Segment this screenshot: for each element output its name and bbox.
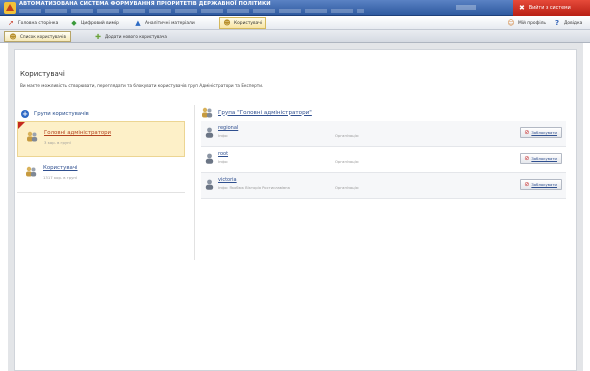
user-group-icon [27,131,38,142]
nav-item-home[interactable]: ➚ Головна сторінка [4,17,61,29]
profile-label: Мій профіль [518,20,546,26]
arrow-icon: ➚ [8,19,14,27]
user-icon [205,127,214,138]
groups-header-label: Групи користувачів [34,111,89,117]
main-nav: ➚ Головна сторінка ◆ Цифровий вимір ▲ Ан… [0,16,590,30]
tab-label: Додати нового користувача [105,34,167,39]
nav-item-label: Аналітичні матеріали [145,20,195,26]
content-panel: Користувачі Ви маєте можливість створюва… [14,49,577,371]
user-info: Інфо: [218,160,229,164]
block-user-button[interactable]: ⊘ Заблокувати [520,127,562,138]
user-organization: Організація: [335,160,360,164]
nav-item-profile[interactable]: ☺ Мій профіль [504,17,549,29]
exit-label: Вийти з системи [528,5,571,11]
app-title: АВТОМАТИЗОВАНА СИСТЕМА ФОРМУВАННЯ ПРІОРИ… [19,1,271,7]
table-row: victoria Інфо: Якобюк Вікторія Ростислав… [201,173,566,199]
user-login-link[interactable]: victoria [218,177,237,183]
top-menu-strip [19,9,364,13]
group-name[interactable]: Головні адміністратори [44,130,111,136]
block-user-button[interactable]: ⊘ Заблокувати [520,179,562,190]
group-item-users[interactable]: Користувачі 1317 кор. в групі [17,157,185,193]
main-frame: Користувачі Ви маєте можливість створюва… [8,43,583,371]
sub-tabs: ☻ Список користувачів ✚ Додати нового ко… [0,30,590,43]
page-description: Ви маєте можливість створювати, перегляд… [20,83,264,88]
top-banner: АВТОМАТИЗОВАНА СИСТЕМА ФОРМУВАННЯ ПРІОРИ… [0,0,590,16]
group-count: 1317 кор. в групі [43,175,77,180]
table-row: root Інфо: Організація: ⊘ Заблокувати [201,147,566,173]
top-right-hint [456,5,476,10]
help-label: Довідка [564,20,583,26]
user-login-link[interactable]: root [218,151,228,157]
user-login-link[interactable]: regional [218,125,238,131]
group-list: Головні адміністратори 3 кор. в групі Ко… [17,121,185,193]
tab-add-user[interactable]: ✚ Додати нового користувача [90,31,171,42]
add-user-icon: ✚ [95,32,101,41]
block-user-button[interactable]: ⊘ Заблокувати [520,153,562,164]
nav-item-help[interactable]: ? Довідка [550,17,585,29]
user-icon [205,179,214,190]
group-name[interactable]: Користувачі [43,165,78,171]
block-icon: ⊘ [524,128,530,136]
exit-icon: ✖ [519,3,525,12]
tab-user-list[interactable]: ☻ Список користувачів [4,31,71,42]
block-icon: ⊘ [524,180,530,188]
logo-icon [4,2,16,14]
user-icon [205,153,214,164]
user-list: regional Інфо: Організація: ⊘ Заблокуват… [201,121,566,199]
digits-icon: ◆ [71,19,77,27]
nav-item-label: Користувачі [234,20,263,26]
active-marker [18,122,25,129]
add-group-icon[interactable]: + [21,110,29,118]
page-title: Користувачі [20,70,65,78]
table-row: regional Інфо: Організація: ⊘ Заблокуват… [201,121,566,147]
user-group-icon [202,107,213,118]
users-icon: ☻ [223,19,231,27]
nav-item-label: Цифровий вимір [81,20,119,26]
users-icon: ☻ [9,32,17,41]
user-group-icon [26,166,37,177]
group-item-main-admins[interactable]: Головні адміністратори 3 кор. в групі [17,121,185,157]
profile-icon: ☺ [507,19,515,27]
exit-button[interactable]: ✖ Вийти з системи [513,0,590,16]
group-heading-label[interactable]: Група "Головні адміністратори" [218,110,312,116]
nav-item-users[interactable]: ☻ Користувачі [219,17,267,29]
user-organization: Організація: [335,134,360,138]
analytics-icon: ▲ [135,19,141,27]
tab-label: Список користувачів [20,34,66,39]
block-label: Заблокувати [531,130,557,135]
group-heading: Група "Головні адміністратори" [201,107,312,118]
user-info: Інфо: Якобюк Вікторія Ростиславівна [218,186,290,190]
help-icon: ? [554,19,560,27]
groups-header: + Групи користувачів [21,110,89,118]
block-label: Заблокувати [531,182,557,187]
panel-divider [194,105,195,260]
block-label: Заблокувати [531,156,557,161]
nav-item-analytics[interactable]: ▲ Аналітичні матеріали [131,17,198,29]
user-info: Інфо: [218,134,229,138]
group-count: 3 кор. в групі [44,140,71,145]
nav-item-digital[interactable]: ◆ Цифровий вимір [67,17,122,29]
block-icon: ⊘ [524,154,530,162]
nav-item-label: Головна сторінка [18,20,59,26]
user-organization: Організація: [335,186,360,190]
